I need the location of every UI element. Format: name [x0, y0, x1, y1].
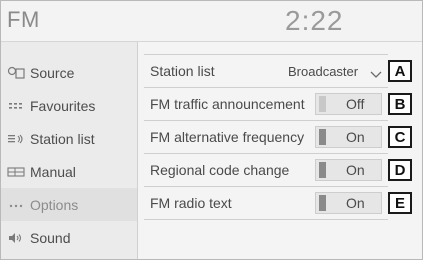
option-row-fm-traffic-announcement[interactable]: FM traffic announcement Off	[144, 88, 388, 121]
callout-c: C	[388, 126, 412, 148]
sidebar-item-label: Manual	[30, 163, 76, 180]
toggle-state: On	[346, 162, 365, 178]
sidebar-item-label: Station list	[30, 130, 95, 147]
sidebar-item-source[interactable]: Source	[1, 56, 137, 89]
sidebar-item-label: Source	[30, 64, 75, 81]
source-icon	[7, 66, 25, 80]
sidebar-item-label: Favourites	[30, 97, 96, 114]
sidebar-item-options[interactable]: Options	[1, 188, 137, 221]
favourites-icon	[7, 99, 25, 113]
toggle-switch[interactable]: On	[315, 126, 382, 148]
manual-icon	[7, 165, 25, 179]
toggle-switch[interactable]: On	[315, 192, 382, 214]
sidebar-item-favourites[interactable]: Favourites	[1, 89, 137, 122]
toggle-state: On	[346, 195, 365, 211]
sidebar-item-label: Sound	[30, 229, 71, 246]
options-panel: Station list Broadcaster FM traffic anno…	[138, 42, 422, 259]
option-label: Regional code change	[150, 162, 290, 178]
toggle-indicator	[319, 162, 326, 178]
callout-e: E	[388, 192, 412, 214]
callout-a: A	[388, 60, 412, 82]
option-label: FM alternative frequency	[150, 129, 305, 145]
sidebar-item-manual[interactable]: Manual	[1, 155, 137, 188]
options-icon	[7, 198, 25, 212]
header-bar: FM 2:22	[1, 1, 422, 42]
toggle-state: On	[346, 129, 365, 145]
callout-b: B	[388, 93, 412, 115]
toggle-switch[interactable]: On	[315, 159, 382, 181]
sound-icon	[7, 231, 25, 245]
toggle-indicator	[319, 195, 326, 211]
clock: 2:22	[285, 5, 344, 36]
station-list-icon	[7, 132, 25, 146]
toggle-indicator	[319, 129, 326, 145]
toggle-indicator	[319, 96, 326, 112]
option-row-fm-alternative-frequency[interactable]: FM alternative frequency On	[144, 121, 388, 154]
sidebar: Source Favourites Station list Manual Op…	[1, 42, 137, 259]
sidebar-item-station-list[interactable]: Station list	[1, 122, 137, 155]
screen-title: FM	[7, 7, 40, 32]
option-label: FM radio text	[150, 195, 232, 211]
option-label: Station list	[150, 63, 215, 79]
toggle-switch[interactable]: Off	[315, 93, 382, 115]
sidebar-item-label: Options	[30, 196, 79, 213]
option-row-fm-radio-text[interactable]: FM radio text On	[144, 187, 388, 220]
option-label: FM traffic announcement	[150, 96, 305, 112]
option-row-station-list[interactable]: Station list Broadcaster	[144, 55, 388, 88]
callout-d: D	[388, 159, 412, 181]
chevron-down-icon	[370, 66, 382, 78]
option-row-regional-code-change[interactable]: Regional code change On	[144, 154, 388, 187]
station-list-value: Broadcaster	[288, 63, 359, 79]
fm-options-screen: FM 2:22 Source Favourites Station list M…	[0, 0, 423, 260]
sidebar-item-sound[interactable]: Sound	[1, 221, 137, 254]
toggle-state: Off	[346, 96, 365, 112]
